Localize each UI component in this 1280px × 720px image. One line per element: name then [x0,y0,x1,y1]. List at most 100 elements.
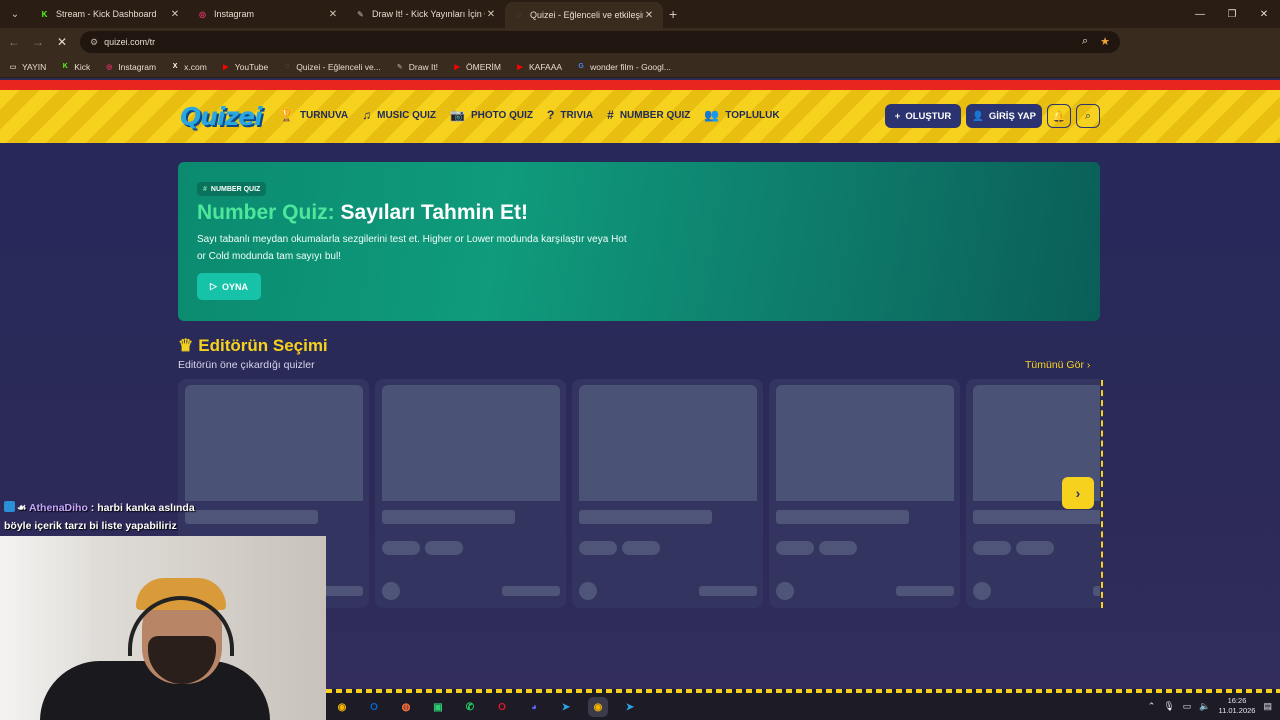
card-avatar-placeholder [579,582,597,600]
card-title-placeholder [579,510,712,524]
tab-close-icon[interactable]: ✕ [327,9,339,20]
taskbar-clock[interactable]: 16:26 11.01.2026 [1219,696,1256,716]
telegram-2-icon[interactable]: ➤ [620,697,640,717]
chat-username: AthenaDiho [28,502,88,514]
windows-taskbar: ◉ O ◍ ▣ ✆ O ◕ ➤ ◉ ➤ ⌃ 🎙 ▭ 🔈 16:26 11.01.2026 ▤ [326,693,1280,720]
close-window-button[interactable]: ✕ [1248,0,1280,28]
opera-icon[interactable]: O [492,697,512,717]
bookmark-label: YouTube [234,61,269,72]
discord-icon[interactable]: ◕ [524,697,544,717]
bookmark-item[interactable]: Xx.com [170,62,207,72]
window-controls: — ❐ ✕ [1184,0,1280,28]
bookmark-star-icon[interactable]: ★ [1100,35,1110,48]
bookmark-item[interactable]: ◎ Instagram [104,62,156,72]
card-tag-placeholder [579,541,617,555]
bookmark-item[interactable]: ▶ YouTube [221,62,268,72]
chat-message-1: : harbi kanka aslında [87,502,195,514]
chrome-icon[interactable]: ◉ [332,697,352,717]
card-meta-placeholder [896,586,954,596]
nav-item-label: TOPLULUK [725,109,780,121]
bookmarks-bar: ▭ YAYIN K Kick ◎ Instagram Xx.com ▶ YouTube ◌ Quiz… [0,56,1280,78]
nav-item-topluluk[interactable]: 👥 TOPLULUK [704,108,779,122]
bookmark-item[interactable]: ◌ Quizei - Eğlenceli ve... [282,62,381,72]
nav-item-number-quiz[interactable]: # NUMBER QUIZ [607,108,690,122]
url-field[interactable]: ⚙ quizei.com/tr ⌕ ★ [80,31,1120,53]
tab-close-icon[interactable]: ✕ [643,10,655,21]
notifications-icon[interactable]: ▤ [1263,701,1272,712]
card-avatar-placeholder [382,582,400,600]
url-text: quizei.com/tr [104,37,156,47]
nav-item-label: TURNUVA [299,109,349,121]
address-bar-row: ← → ✕ ⚙ quizei.com/tr ⌕ ★ ◆ ● ⧉ ≡ ◍ ⋮ [0,28,1280,74]
back-button[interactable]: ← [2,35,26,49]
app-icon[interactable]: ▣ [428,697,448,717]
nav-item-label: MUSIC QUIZ [377,109,436,121]
bookmark-item[interactable]: ▶ ÖMERİM [452,62,501,72]
chevron-up-icon[interactable]: ⌃ [1148,701,1156,712]
card-tag-placeholder [622,541,660,555]
quiz-card-skeleton[interactable] [572,379,763,608]
outlook-icon[interactable]: O [364,697,384,717]
bookmark-favicon-icon: ◌ [285,63,290,70]
bell-icon: 🔔 [1052,110,1066,123]
bookmark-item[interactable]: K Kick [60,61,91,72]
stop-loading-icon[interactable]: ✕ [50,35,74,49]
browser-tab[interactable]: ◌ Quizei - Eğlenceli ve etkileşimli ✕ [505,2,663,28]
bookmark-label: Draw It! [408,61,439,72]
bookmark-item[interactable]: ✎ Draw It! [395,62,438,72]
bookmark-label: Kick [74,61,91,72]
site-info-icon[interactable]: ⚙ [90,37,98,48]
browser-tab[interactable]: K Stream - Kick Dashboard ✕ [31,0,189,28]
see-all-link[interactable]: Tümünü Gör › [1025,359,1090,371]
bookmark-label: YAYIN [22,61,47,72]
bookmark-favicon-icon: ▶ [517,63,523,71]
nav-item-music-quiz[interactable]: ♫ MUSIC QUIZ [362,108,436,122]
new-tab-button[interactable]: + [669,6,677,22]
tab-close-icon[interactable]: ✕ [485,9,497,20]
nav-item-trivia[interactable]: ? TRIVIA [547,108,593,122]
browser-tab[interactable]: ◎ Instagram ✕ [189,0,347,28]
volume-icon[interactable]: 🔈 [1199,701,1210,712]
bookmark-favicon-icon: G [578,63,584,70]
card-tag-placeholder [1016,541,1054,555]
user-icon: 👤 [972,110,984,122]
bookmark-item[interactable]: ▭ YAYIN [8,61,47,72]
nav-item-photo-quiz[interactable]: 📷 PHOTO QUIZ [450,108,533,122]
quiz-card-skeleton[interactable] [375,379,566,608]
quiz-card-skeleton[interactable] [769,379,960,608]
create-button[interactable]: + OLUŞTUR [885,104,961,128]
bookmark-favicon-icon: ▶ [454,63,460,71]
play-button[interactable]: ▷ OYNA [197,273,261,300]
card-meta-placeholder [502,586,560,596]
bookmark-item[interactable]: ▶ KAFAAA [515,62,562,72]
play-icon: ▷ [210,281,217,291]
card-thumb [776,385,954,501]
bookmark-favicon-icon: X [172,63,178,70]
search-button[interactable]: ⌕ [1076,104,1100,128]
webcam-feed [0,536,326,720]
whatsapp-icon[interactable]: ✆ [460,697,480,717]
nav-item-turnuva[interactable]: 🏆 TURNUVA [279,108,348,122]
chrome-active-icon[interactable]: ◉ [588,697,608,717]
carousel-next-button[interactable]: › [1062,477,1094,509]
forward-button[interactable]: → [26,35,50,49]
browser-tab[interactable]: ✎ Draw It! - Kick Yayınları İçin Çiz ✕ [347,0,505,28]
card-tag-placeholder [425,541,463,555]
network-icon[interactable]: ▭ [1183,701,1192,712]
tab-close-icon[interactable]: ✕ [169,9,181,20]
notifications-button[interactable]: 🔔 [1047,104,1071,128]
tab-title: Instagram [214,9,255,19]
login-button[interactable]: 👤 GİRİŞ YAP [966,104,1042,128]
site-logo[interactable]: Quizei [180,102,263,131]
card-title-placeholder [776,510,909,524]
card-avatar-placeholder [973,582,991,600]
maximize-button[interactable]: ❐ [1216,0,1248,28]
hero-title: Number Quiz: Sayıları Tahmin Et! [197,201,528,225]
zoom-icon[interactable]: ⌕ [1082,35,1088,48]
bookmark-item[interactable]: Gwonder film - Googl... [576,62,671,72]
telegram-icon[interactable]: ➤ [556,697,576,717]
minimize-button[interactable]: — [1184,0,1216,28]
microphone-icon[interactable]: 🎙 [1163,701,1174,712]
tab-search-button[interactable]: ⌄ [3,4,27,24]
firefox-icon[interactable]: ◍ [396,697,416,717]
